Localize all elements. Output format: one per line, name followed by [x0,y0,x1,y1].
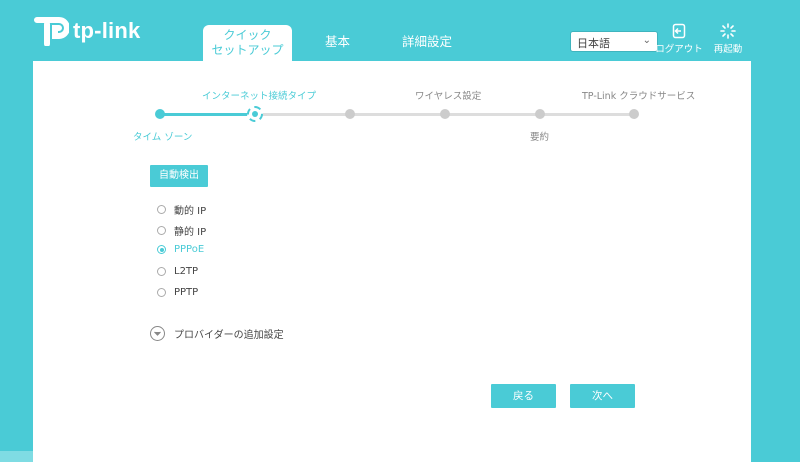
step-dot-summary [535,109,545,119]
language-select-value: 日本語 [577,37,610,50]
chevron-down-icon[interactable] [150,326,165,341]
tp-link-logo: tp-link [33,16,140,46]
reboot-label: 再起動 [713,44,743,55]
step-label-wireless-settings: ワイヤレス設定 [415,91,482,102]
radio-label: PPTP [174,287,199,298]
step-dot-internet-connection-type [247,106,263,122]
step-label-time-zone: タイム ゾーン [133,132,193,143]
main-tabs: クイック セットアップ 基本 詳細設定 [203,25,452,61]
tab-quick-setup-line2: セットアップ [211,43,284,57]
logout-icon [672,23,686,39]
radio-option-static-ip[interactable]: 静的 IP [157,223,206,238]
reboot-icon [720,23,736,39]
reboot-button[interactable]: 再起動 [711,23,745,55]
step-dot-3 [345,109,355,119]
provider-settings-label: プロバイダーの追加設定 [174,330,284,341]
radio-button-selected[interactable] [157,245,166,254]
language-select[interactable]: 日本語 ⌄ [570,31,658,52]
radio-button[interactable] [157,267,166,276]
tp-link-logo-icon [34,17,69,46]
radio-option-pppoe[interactable]: PPPoE [157,244,204,255]
tab-advanced[interactable]: 詳細設定 [402,31,452,61]
back-button[interactable]: 戻る [491,384,556,408]
step-dot-wireless-settings [440,109,450,119]
radio-label: L2TP [174,266,199,277]
step-label-internet-connection-type: インターネット接続タイプ [202,91,317,102]
progress-track-completed [159,113,254,116]
radio-option-pptp[interactable]: PPTP [157,287,198,298]
tab-quick-setup[interactable]: クイック セットアップ [203,25,292,61]
radio-button[interactable] [157,226,166,235]
next-button[interactable]: 次へ [570,384,635,408]
radio-label: 静的 IP [174,227,207,238]
logout-label: ログアウト [655,44,703,55]
step-dot-tplink-cloud [629,109,639,119]
logout-button[interactable]: ログアウト [651,23,707,55]
step-label-tplink-cloud: TP-Link クラウドサービス [582,91,696,102]
tab-quick-setup-line1: クイック [223,28,272,42]
auto-detect-button[interactable]: 自動検出 [150,165,208,187]
radio-option-l2tp[interactable]: L2TP [157,266,198,277]
tab-basic[interactable]: 基本 [325,31,350,61]
radio-label: PPPoE [174,244,205,255]
step-dot-time-zone [155,109,165,119]
main-panel: インターネット接続タイプ ワイヤレス設定 TP-Link クラウドサービス タイ… [33,61,751,462]
radio-button[interactable] [157,288,166,297]
radio-button[interactable] [157,205,166,214]
footer-corner [0,451,33,462]
radio-label: 動的 IP [174,206,207,217]
step-label-summary: 要約 [530,132,550,143]
chevron-down-icon: ⌄ [642,35,651,46]
radio-option-dynamic-ip[interactable]: 動的 IP [157,202,206,217]
brand-name: tp-link [73,18,141,43]
provider-settings-expander[interactable]: プロバイダーの追加設定 [150,326,284,341]
